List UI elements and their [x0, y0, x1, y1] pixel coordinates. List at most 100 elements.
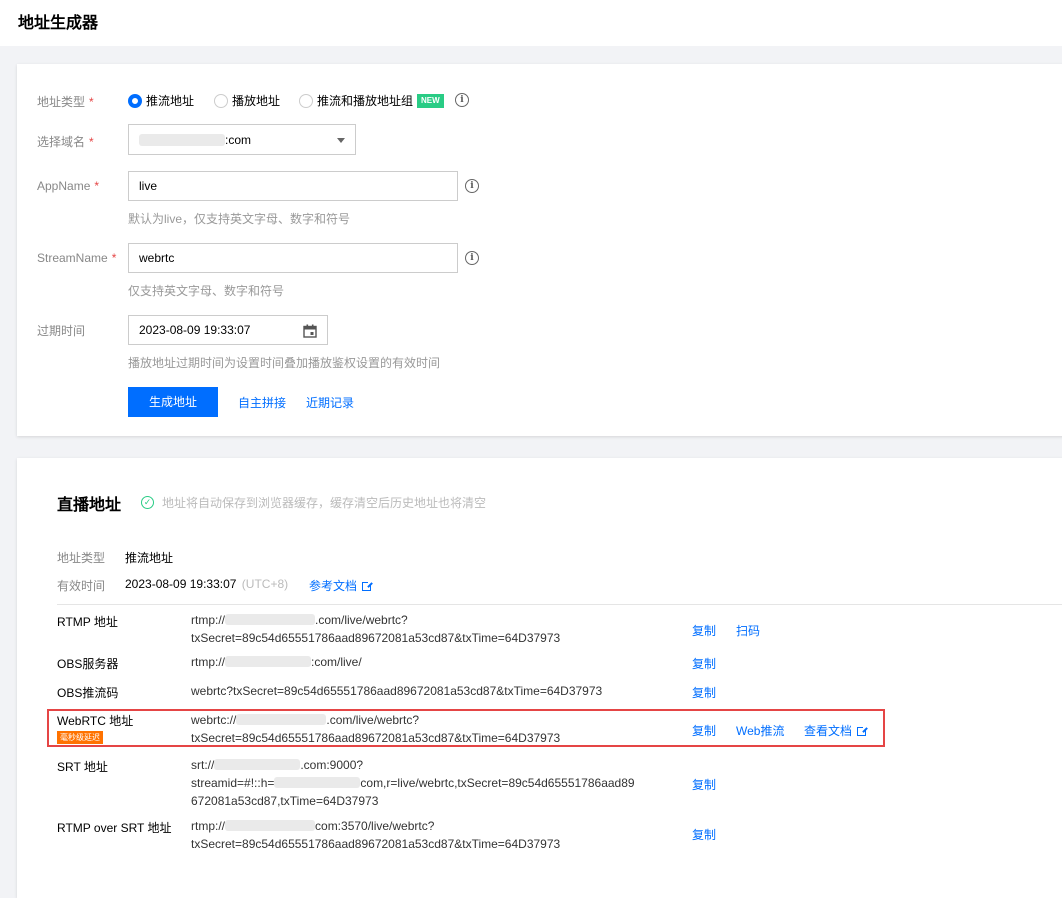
url-suffix: .com:9000?	[300, 758, 364, 772]
streamname-input[interactable]: webrtc	[128, 243, 458, 273]
streamname-label: StreamName *	[37, 251, 116, 265]
calendar-icon	[303, 324, 317, 338]
radio-push-play-group[interactable]: 推流和播放地址组 NEW	[299, 92, 444, 109]
url-suffix: .com/live/webrtc?	[326, 713, 420, 727]
url-prefix: webrtc://	[191, 713, 237, 727]
redacted-domain	[139, 133, 225, 146]
required-mark: *	[111, 251, 117, 265]
radio-group-label: 推流和播放地址组	[317, 94, 414, 108]
row-label-rtmp: RTMP 地址	[57, 615, 118, 629]
appname-hint: 默认为live，仅支持英文字母、数字和符号	[128, 212, 351, 226]
latency-badge: 毫秒级延迟	[57, 731, 103, 744]
custom-compose-link[interactable]: 自主拼接	[238, 394, 286, 411]
url-suffix: com,r=live/webrtc,txSecret=89c54d6555178…	[360, 776, 635, 790]
view-doc-link[interactable]: 查看文档	[804, 722, 869, 739]
obs-stream-key-value: webrtc?txSecret=89c54d65551786aad8967208…	[191, 684, 603, 698]
copy-rtmp-over-srt-button[interactable]: 复制	[692, 826, 716, 843]
url-suffix: :com/live/	[311, 655, 362, 669]
view-doc-label: 查看文档	[804, 724, 853, 738]
domain-label: 选择域名 *	[37, 133, 94, 150]
redacted-domain	[225, 656, 312, 667]
url-prefix: rtmp://	[191, 819, 226, 833]
address-type-label-text: 地址类型	[37, 95, 86, 109]
valid-time: 2023-08-09 19:33:07 (UTC+8)	[125, 577, 288, 591]
appname-label: AppName *	[37, 179, 99, 193]
cache-note: 地址将自动保存到浏览器缓存，缓存清空后历史地址也将清空	[162, 496, 487, 510]
radio-push-label: 推流地址	[146, 94, 195, 108]
appname-info-icon[interactable]: i	[465, 179, 479, 193]
timezone-text: (UTC+8)	[241, 577, 289, 591]
streamname-label-text: StreamName	[37, 251, 108, 265]
copy-webrtc-button[interactable]: 复制	[692, 722, 716, 739]
url-prefix: rtmp://	[191, 613, 226, 627]
redacted-domain	[236, 714, 327, 725]
check-circle-icon: ✓	[141, 496, 154, 509]
live-type-value: 推流地址	[125, 551, 174, 565]
radio-play-address[interactable]: 播放地址	[214, 92, 280, 109]
redacted-domain	[274, 777, 361, 788]
streamname-hint: 仅支持英文字母、数字和符号	[128, 284, 285, 298]
url-line-2: txSecret=89c54d65551786aad89672081a53cd8…	[191, 837, 561, 851]
valid-time-label: 有效时间	[57, 579, 106, 593]
copy-obs-key-button[interactable]: 复制	[692, 684, 716, 701]
top-bar: 地址生成器	[0, 0, 1062, 46]
page-title: 地址生成器	[18, 15, 99, 32]
required-mark: *	[89, 95, 94, 109]
address-type-label: 地址类型 *	[37, 93, 94, 110]
copy-obs-server-button[interactable]: 复制	[692, 655, 716, 672]
redacted-domain	[225, 614, 316, 625]
redacted-domain	[225, 820, 316, 831]
srt-address-value: srt:// .com:9000? streamid=#!::h= com,r=li…	[191, 756, 635, 810]
radio-unchecked-icon	[299, 93, 313, 108]
rtmp-over-srt-value: rtmp:// com:3570/live/webrtc? txSecret=89…	[191, 817, 560, 853]
row-label-obs-key: OBS推流码	[57, 686, 119, 700]
redacted-domain	[214, 759, 301, 770]
expire-hint: 播放地址过期时间为设置时间叠加播放鉴权设置的有效时间	[128, 356, 441, 370]
generate-address-button[interactable]: 生成地址	[128, 387, 218, 417]
row-label-obs-server: OBS服务器	[57, 657, 119, 671]
info-icon[interactable]: i	[455, 93, 469, 107]
domain-label-text: 选择域名	[37, 135, 86, 149]
expire-datetime-input[interactable]: 2023-08-09 19:33:07	[128, 315, 328, 345]
live-address-card: 直播地址 ✓ 地址将自动保存到浏览器缓存，缓存清空后历史地址也将清空 地址类型 …	[17, 458, 1062, 898]
chevron-down-icon	[337, 138, 345, 143]
recent-records-link[interactable]: 近期记录	[306, 394, 354, 411]
appname-value: live	[139, 179, 158, 193]
external-link-icon	[857, 725, 869, 736]
url-suffix: com:3570/live/webrtc?	[315, 819, 435, 833]
row-label-webrtc: WebRTC 地址	[57, 714, 134, 728]
valid-time-value: 2023-08-09 19:33:07	[125, 577, 237, 591]
web-push-button[interactable]: Web推流	[736, 722, 784, 739]
divider	[57, 604, 1062, 605]
scan-qr-button[interactable]: 扫码	[736, 622, 760, 639]
domain-select[interactable]: :com	[128, 124, 356, 155]
rtmp-address-value: rtmp:// .com/live/webrtc? txSecret=89c54d…	[191, 611, 560, 647]
webrtc-label-group: WebRTC 地址 毫秒级延迟	[57, 712, 133, 744]
url-suffix: .com/live/webrtc?	[315, 613, 408, 627]
url-line-3: 672081a53cd87,txTime=64D37973	[191, 794, 379, 808]
streamname-info-icon[interactable]: i	[465, 251, 479, 265]
live-type-label: 地址类型	[57, 551, 106, 565]
radio-push-address[interactable]: 推流地址	[128, 92, 194, 109]
copy-rtmp-button[interactable]: 复制	[692, 622, 716, 639]
section-title: 直播地址	[57, 497, 122, 514]
url-line-2: txSecret=89c54d65551786aad89672081a53cd8…	[191, 631, 561, 645]
domain-value: :com	[225, 132, 252, 147]
row-label-srt: SRT 地址	[57, 760, 108, 774]
copy-srt-button[interactable]: 复制	[692, 776, 716, 793]
appname-input[interactable]: live	[128, 171, 458, 201]
obs-server-value: rtmp:// :com/live/	[191, 653, 362, 671]
appname-label-text: AppName	[37, 179, 91, 193]
row-label-rtmp-over-srt: RTMP over SRT 地址	[57, 821, 172, 835]
radio-unchecked-icon	[214, 93, 228, 108]
required-mark: *	[89, 135, 94, 149]
streamname-value: webrtc	[139, 251, 175, 265]
external-link-icon	[362, 580, 374, 591]
url-prefix: srt://	[191, 758, 215, 772]
url-line-2: txSecret=89c54d65551786aad89672081a53cd8…	[191, 731, 561, 745]
reference-doc-link[interactable]: 参考文档	[309, 577, 374, 594]
generator-form-card: 地址类型 * 推流地址 播放地址 推流和播放地址组 NEW i 选择域名 * :co…	[17, 64, 1062, 436]
radio-checked-icon	[128, 93, 142, 108]
url-prefix: rtmp://	[191, 655, 226, 669]
required-mark: *	[94, 179, 100, 193]
